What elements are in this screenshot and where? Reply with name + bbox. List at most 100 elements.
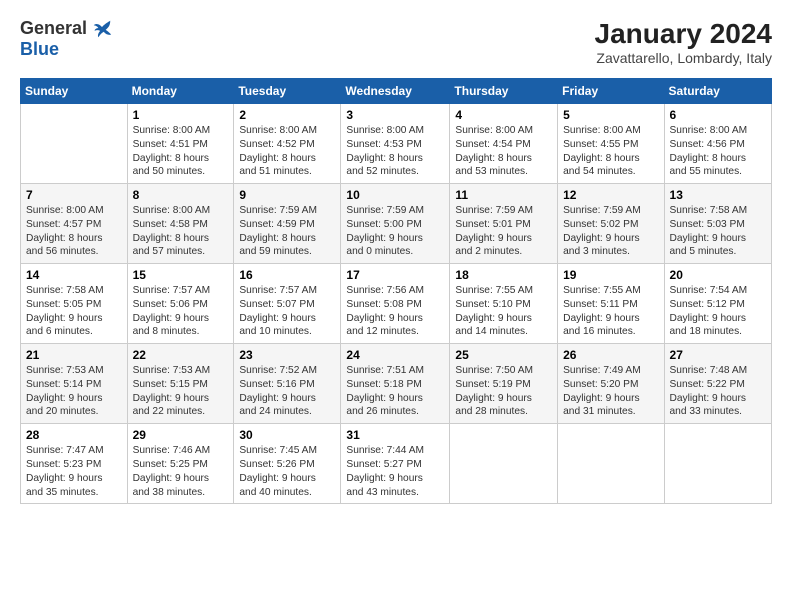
day-number: 14 bbox=[26, 268, 122, 282]
day-info: Sunrise: 8:00 AM Sunset: 4:58 PM Dayligh… bbox=[133, 204, 229, 259]
day-number: 17 bbox=[346, 268, 444, 282]
day-header-saturday: Saturday bbox=[664, 79, 771, 104]
day-number: 4 bbox=[455, 108, 552, 122]
day-number: 13 bbox=[670, 188, 766, 202]
calendar-table: SundayMondayTuesdayWednesdayThursdayFrid… bbox=[20, 78, 772, 504]
day-cell: 12 Sunrise: 7:59 AM Sunset: 5:02 PM Dayli… bbox=[558, 184, 664, 264]
day-info: Sunrise: 7:56 AM Sunset: 5:08 PM Dayligh… bbox=[346, 284, 444, 339]
day-info: Sunrise: 8:00 AM Sunset: 4:54 PM Dayligh… bbox=[455, 124, 552, 179]
day-cell: 3 Sunrise: 8:00 AM Sunset: 4:53 PM Daylig… bbox=[341, 104, 450, 184]
day-cell: 26 Sunrise: 7:49 AM Sunset: 5:20 PM Dayli… bbox=[558, 344, 664, 424]
day-info: Sunrise: 7:59 AM Sunset: 5:01 PM Dayligh… bbox=[455, 204, 552, 259]
day-header-friday: Friday bbox=[558, 79, 664, 104]
day-cell: 5 Sunrise: 8:00 AM Sunset: 4:55 PM Daylig… bbox=[558, 104, 664, 184]
day-info: Sunrise: 7:44 AM Sunset: 5:27 PM Dayligh… bbox=[346, 444, 444, 499]
day-number: 28 bbox=[26, 428, 122, 442]
day-info: Sunrise: 8:00 AM Sunset: 4:52 PM Dayligh… bbox=[239, 124, 335, 179]
day-info: Sunrise: 7:59 AM Sunset: 5:02 PM Dayligh… bbox=[563, 204, 658, 259]
day-cell: 27Sunrise: 7:48 AM Sunset: 5:22 PM Dayli… bbox=[664, 344, 771, 424]
day-cell: 6 Sunrise: 8:00 AM Sunset: 4:56 PM Daylig… bbox=[664, 104, 771, 184]
day-cell: 25 Sunrise: 7:50 AM Sunset: 5:19 PM Dayli… bbox=[450, 344, 558, 424]
day-cell: 20 Sunrise: 7:54 AM Sunset: 5:12 PM Dayli… bbox=[664, 264, 771, 344]
day-info: Sunrise: 7:45 AM Sunset: 5:26 PM Dayligh… bbox=[239, 444, 335, 499]
day-cell: 18Sunrise: 7:55 AM Sunset: 5:10 PM Dayli… bbox=[450, 264, 558, 344]
day-cell: 29 Sunrise: 7:46 AM Sunset: 5:25 PM Dayli… bbox=[127, 424, 234, 504]
day-info: Sunrise: 8:00 AM Sunset: 4:55 PM Dayligh… bbox=[563, 124, 658, 179]
week-row-2: 7 Sunrise: 8:00 AM Sunset: 4:57 PM Daylig… bbox=[21, 184, 772, 264]
day-info: Sunrise: 8:00 AM Sunset: 4:56 PM Dayligh… bbox=[670, 124, 766, 179]
day-info: Sunrise: 7:51 AM Sunset: 5:18 PM Dayligh… bbox=[346, 364, 444, 419]
day-cell: 11 Sunrise: 7:59 AM Sunset: 5:01 PM Dayli… bbox=[450, 184, 558, 264]
day-header-sunday: Sunday bbox=[21, 79, 128, 104]
day-number: 11 bbox=[455, 188, 552, 202]
day-number: 6 bbox=[670, 108, 766, 122]
day-cell: 16Sunrise: 7:57 AM Sunset: 5:07 PM Dayli… bbox=[234, 264, 341, 344]
day-info: Sunrise: 7:53 AM Sunset: 5:15 PM Dayligh… bbox=[133, 364, 229, 419]
day-number: 19 bbox=[563, 268, 658, 282]
day-cell: 10 Sunrise: 7:59 AM Sunset: 5:00 PM Dayli… bbox=[341, 184, 450, 264]
day-cell: 1 Sunrise: 8:00 AM Sunset: 4:51 PM Daylig… bbox=[127, 104, 234, 184]
day-info: Sunrise: 7:54 AM Sunset: 5:12 PM Dayligh… bbox=[670, 284, 766, 339]
day-cell: 2 Sunrise: 8:00 AM Sunset: 4:52 PM Daylig… bbox=[234, 104, 341, 184]
day-info: Sunrise: 7:59 AM Sunset: 5:00 PM Dayligh… bbox=[346, 204, 444, 259]
day-cell: 13 Sunrise: 7:58 AM Sunset: 5:03 PM Dayli… bbox=[664, 184, 771, 264]
calendar-page: General Blue January 2024 Zavattarello, … bbox=[0, 0, 792, 612]
week-row-1: 1 Sunrise: 8:00 AM Sunset: 4:51 PM Daylig… bbox=[21, 104, 772, 184]
day-cell: 7 Sunrise: 8:00 AM Sunset: 4:57 PM Daylig… bbox=[21, 184, 128, 264]
day-cell bbox=[21, 104, 128, 184]
day-number: 2 bbox=[239, 108, 335, 122]
day-info: Sunrise: 7:50 AM Sunset: 5:19 PM Dayligh… bbox=[455, 364, 552, 419]
day-number: 25 bbox=[455, 348, 552, 362]
day-cell: 31 Sunrise: 7:44 AM Sunset: 5:27 PM Dayli… bbox=[341, 424, 450, 504]
day-info: Sunrise: 7:52 AM Sunset: 5:16 PM Dayligh… bbox=[239, 364, 335, 419]
day-info: Sunrise: 7:47 AM Sunset: 5:23 PM Dayligh… bbox=[26, 444, 122, 499]
day-cell: 4 Sunrise: 8:00 AM Sunset: 4:54 PM Daylig… bbox=[450, 104, 558, 184]
day-number: 29 bbox=[133, 428, 229, 442]
day-info: Sunrise: 7:49 AM Sunset: 5:20 PM Dayligh… bbox=[563, 364, 658, 419]
day-number: 16 bbox=[239, 268, 335, 282]
day-info: Sunrise: 7:57 AM Sunset: 5:06 PM Dayligh… bbox=[133, 284, 229, 339]
day-cell bbox=[450, 424, 558, 504]
day-info: Sunrise: 8:00 AM Sunset: 4:57 PM Dayligh… bbox=[26, 204, 122, 259]
day-number: 9 bbox=[239, 188, 335, 202]
day-number: 1 bbox=[133, 108, 229, 122]
day-cell: 23 Sunrise: 7:52 AM Sunset: 5:16 PM Dayli… bbox=[234, 344, 341, 424]
day-info: Sunrise: 7:58 AM Sunset: 5:03 PM Dayligh… bbox=[670, 204, 766, 259]
day-cell: 24Sunrise: 7:51 AM Sunset: 5:18 PM Dayli… bbox=[341, 344, 450, 424]
day-cell: 21 Sunrise: 7:53 AM Sunset: 5:14 PM Dayli… bbox=[21, 344, 128, 424]
day-header-tuesday: Tuesday bbox=[234, 79, 341, 104]
day-info: Sunrise: 7:53 AM Sunset: 5:14 PM Dayligh… bbox=[26, 364, 122, 419]
day-number: 5 bbox=[563, 108, 658, 122]
week-row-5: 28 Sunrise: 7:47 AM Sunset: 5:23 PM Dayli… bbox=[21, 424, 772, 504]
day-number: 27 bbox=[670, 348, 766, 362]
calendar-subtitle: Zavattarello, Lombardy, Italy bbox=[595, 50, 772, 66]
day-header-wednesday: Wednesday bbox=[341, 79, 450, 104]
day-cell: 8Sunrise: 8:00 AM Sunset: 4:58 PM Daylig… bbox=[127, 184, 234, 264]
day-number: 7 bbox=[26, 188, 122, 202]
day-number: 23 bbox=[239, 348, 335, 362]
day-cell bbox=[664, 424, 771, 504]
logo-blue: Blue bbox=[20, 40, 113, 60]
day-cell: 19Sunrise: 7:55 AM Sunset: 5:11 PM Dayli… bbox=[558, 264, 664, 344]
day-number: 10 bbox=[346, 188, 444, 202]
day-number: 12 bbox=[563, 188, 658, 202]
day-number: 26 bbox=[563, 348, 658, 362]
day-info: Sunrise: 7:46 AM Sunset: 5:25 PM Dayligh… bbox=[133, 444, 229, 499]
day-number: 3 bbox=[346, 108, 444, 122]
day-info: Sunrise: 8:00 AM Sunset: 4:51 PM Dayligh… bbox=[133, 124, 229, 179]
day-number: 21 bbox=[26, 348, 122, 362]
day-number: 22 bbox=[133, 348, 229, 362]
calendar-title: January 2024 bbox=[595, 18, 772, 50]
day-info: Sunrise: 7:58 AM Sunset: 5:05 PM Dayligh… bbox=[26, 284, 122, 339]
day-info: Sunrise: 7:59 AM Sunset: 4:59 PM Dayligh… bbox=[239, 204, 335, 259]
day-number: 31 bbox=[346, 428, 444, 442]
logo-general: General bbox=[20, 19, 87, 39]
day-number: 18 bbox=[455, 268, 552, 282]
day-info: Sunrise: 8:00 AM Sunset: 4:53 PM Dayligh… bbox=[346, 124, 444, 179]
day-cell: 22 Sunrise: 7:53 AM Sunset: 5:15 PM Dayli… bbox=[127, 344, 234, 424]
logo-bird-icon bbox=[91, 18, 113, 40]
day-cell: 15Sunrise: 7:57 AM Sunset: 5:06 PM Dayli… bbox=[127, 264, 234, 344]
day-number: 20 bbox=[670, 268, 766, 282]
days-header-row: SundayMondayTuesdayWednesdayThursdayFrid… bbox=[21, 79, 772, 104]
day-cell: 28 Sunrise: 7:47 AM Sunset: 5:23 PM Dayli… bbox=[21, 424, 128, 504]
